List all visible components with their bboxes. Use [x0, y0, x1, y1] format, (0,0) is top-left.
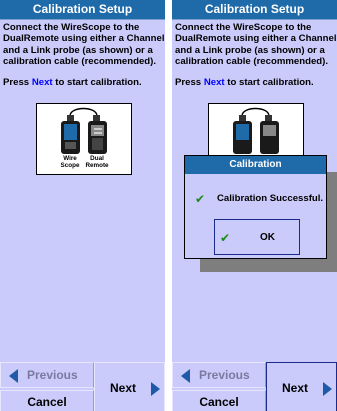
next-button[interactable]: Next [266, 362, 337, 411]
next-button[interactable]: Next [94, 362, 165, 411]
check-icon: ✔ [220, 231, 231, 245]
setup-instructions: Connect the WireScope to the DualRemote … [3, 22, 165, 68]
calibration-setup-screen: Calibration Setup Connect the WireScope … [0, 0, 165, 411]
press-next-instruction: Press Next to start calibration. [175, 77, 337, 88]
check-icon: ✔ [195, 192, 206, 206]
press-suffix: to start calibration. [52, 77, 142, 88]
next-label: Next [110, 381, 137, 395]
previous-label: Previous [199, 368, 250, 382]
ok-button[interactable]: ✔ OK [214, 219, 300, 255]
triangle-right-icon [323, 382, 332, 396]
previous-label: Previous [27, 368, 78, 382]
triangle-left-icon [9, 369, 18, 383]
press-suffix: to start calibration. [224, 77, 314, 88]
press-next-instruction: Press Next to start calibration. [3, 77, 165, 88]
connection-diagram: Wire Scope Dual Remote [36, 103, 132, 175]
setup-instructions: Connect the WireScope to the DualRemote … [175, 22, 337, 68]
calibration-setup-screen-with-dialog: Calibration Setup Connect the WireScope … [172, 0, 337, 411]
dialog-message: Calibration Successful. [217, 193, 324, 204]
next-keyword: Next [31, 77, 53, 88]
next-label: Next [282, 381, 309, 395]
triangle-right-icon [151, 382, 160, 396]
screen-title: Calibration Setup [0, 0, 165, 20]
cancel-button[interactable]: Cancel [0, 390, 94, 411]
triangle-left-icon [181, 369, 190, 383]
press-prefix: Press [3, 77, 32, 88]
ok-label: OK [260, 232, 275, 243]
previous-button[interactable]: Previous [0, 362, 94, 388]
previous-button[interactable]: Previous [172, 362, 266, 388]
cancel-button[interactable]: Cancel [172, 390, 266, 411]
dualremote-label: Dual Remote [85, 155, 109, 169]
calibration-dialog: Calibration ✔ Calibration Successful. ✔ … [184, 155, 327, 259]
screen-title: Calibration Setup [172, 0, 337, 20]
press-prefix: Press [175, 77, 204, 88]
wirescope-label: Wire Scope [60, 155, 80, 169]
next-keyword: Next [203, 77, 225, 88]
dialog-title: Calibration [185, 156, 326, 174]
